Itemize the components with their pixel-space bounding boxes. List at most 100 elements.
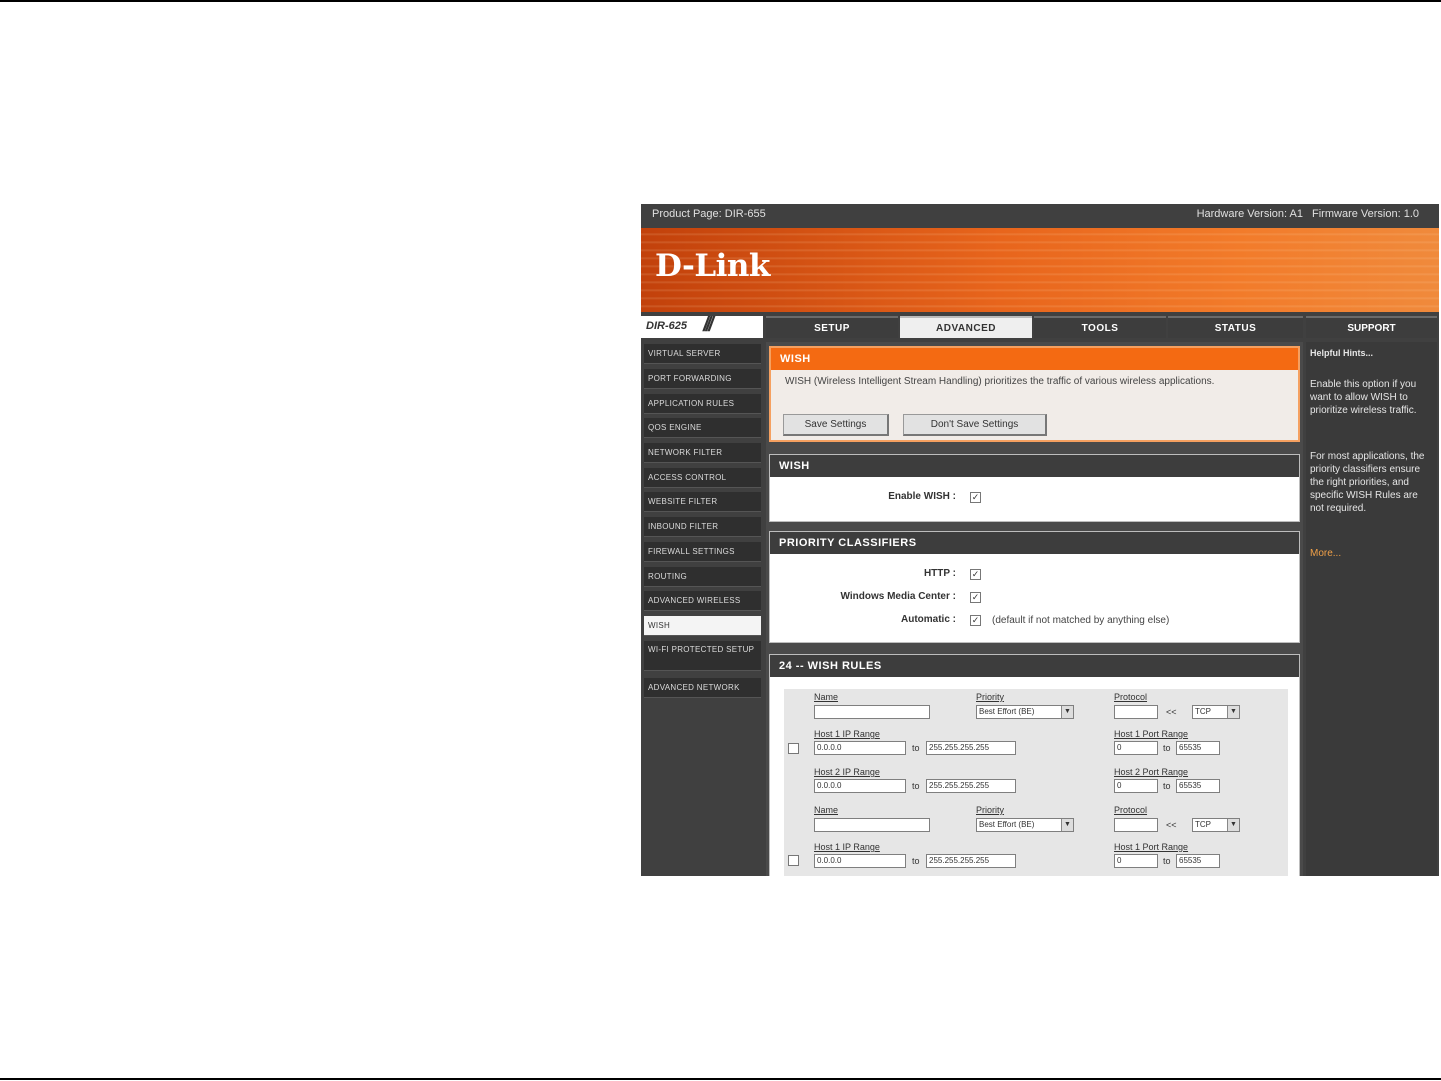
wish-rules-title: 24 -- WISH RULES bbox=[770, 655, 1299, 677]
http-label: HTTP : bbox=[923, 568, 956, 579]
tab-advanced[interactable]: ADVANCED bbox=[900, 316, 1032, 338]
intro-description: WISH (Wireless Intelligent Stream Handli… bbox=[785, 376, 1215, 387]
sidebar-item-access-control[interactable]: ACCESS CONTROL bbox=[644, 468, 761, 488]
rule-1-priority-select[interactable]: Best Effort (BE) ▼ bbox=[976, 705, 1074, 719]
tab-tools[interactable]: TOOLS bbox=[1034, 316, 1166, 338]
tab-status[interactable]: STATUS bbox=[1168, 316, 1303, 338]
priority-classifiers-panel: PRIORITY CLASSIFIERS HTTP : ✓ Windows Me… bbox=[769, 531, 1300, 643]
rule-2-host1-port-to-label: to bbox=[1163, 856, 1171, 866]
sidebar-item-qos-engine[interactable]: QOS ENGINE bbox=[644, 418, 761, 438]
chevron-down-icon: ▼ bbox=[1227, 819, 1239, 831]
windows-media-center-checkbox[interactable]: ✓ bbox=[970, 592, 981, 603]
rule-2-host1-ip-to[interactable]: 255.255.255.255 bbox=[926, 854, 1016, 868]
main-tabs: SETUP ADVANCED TOOLS STATUS bbox=[766, 316, 1303, 338]
logo-text: D-Link bbox=[655, 248, 770, 284]
rule-1-priority-label: Priority bbox=[976, 692, 1005, 702]
intro-panel-title: WISH bbox=[771, 348, 1298, 370]
rule-1-host1-port-to[interactable]: 65535 bbox=[1176, 741, 1220, 755]
rule-2-protocol-select[interactable]: TCP ▼ bbox=[1192, 818, 1240, 832]
sidebar-item-website-filter[interactable]: WEBSITE FILTER bbox=[644, 492, 761, 512]
sidebar-item-virtual-server[interactable]: VIRTUAL SERVER bbox=[644, 344, 761, 364]
chevron-down-icon: ▼ bbox=[1061, 819, 1073, 831]
rule-2-name-input[interactable] bbox=[814, 818, 930, 832]
rule-1-enable-checkbox[interactable] bbox=[788, 743, 799, 754]
sidebar-item-routing[interactable]: ROUTING bbox=[644, 567, 761, 587]
rule-1-host1-ip-to-label: to bbox=[912, 743, 920, 753]
rule-2-protocol-arrows: << bbox=[1166, 820, 1177, 830]
support-panel: Helpful Hints... Enable this option if y… bbox=[1306, 342, 1437, 876]
hint-priority-classifiers: For most applications, the priority clas… bbox=[1310, 451, 1425, 514]
sidebar-item-network-filter[interactable]: NETWORK FILTER bbox=[644, 443, 761, 463]
rule-1-protocol-arrows: << bbox=[1166, 707, 1177, 717]
rule-2-enable-checkbox[interactable] bbox=[788, 855, 799, 866]
hardware-version: Hardware Version: A1 bbox=[1196, 208, 1303, 220]
main-content: WISH WISH (Wireless Intelligent Stream H… bbox=[766, 342, 1303, 876]
rule-1-host1-ip-label: Host 1 IP Range bbox=[814, 729, 880, 739]
hint-enable-wish: Enable this option if you want to allow … bbox=[1310, 379, 1417, 416]
sidebar-item-application-rules[interactable]: APPLICATION RULES bbox=[644, 394, 761, 414]
sidebar-item-firewall-settings[interactable]: FIREWALL SETTINGS bbox=[644, 542, 761, 562]
rule-2-host1-ip-from[interactable]: 0.0.0.0 bbox=[814, 854, 906, 868]
model-name: DIR-625 bbox=[646, 320, 687, 332]
rule-2-host1-ip-to-label: to bbox=[912, 856, 920, 866]
wish-rules-panel: 24 -- WISH RULES Name Priority Best Effo… bbox=[769, 654, 1300, 876]
rule-1-name-label: Name bbox=[814, 692, 839, 702]
rule-1-name-input[interactable] bbox=[814, 705, 930, 719]
sidebar: VIRTUAL SERVER PORT FORWARDING APPLICATI… bbox=[641, 342, 763, 876]
rule-2-name-label: Name bbox=[814, 805, 839, 815]
http-checkbox[interactable]: ✓ bbox=[970, 569, 981, 580]
rule-1-host2-ip-label: Host 2 IP Range bbox=[814, 767, 880, 777]
automatic-checkbox[interactable]: ✓ bbox=[970, 615, 981, 626]
sidebar-item-port-forwarding[interactable]: PORT FORWARDING bbox=[644, 369, 761, 389]
sidebar-item-advanced-wireless[interactable]: ADVANCED WIRELESS bbox=[644, 591, 761, 611]
save-settings-button[interactable]: Save Settings bbox=[783, 414, 889, 436]
rule-1-host1-ip-to[interactable]: 255.255.255.255 bbox=[926, 741, 1016, 755]
priority-panel-title: PRIORITY CLASSIFIERS bbox=[770, 532, 1299, 554]
rule-1-host1-ip-from[interactable]: 0.0.0.0 bbox=[814, 741, 906, 755]
enable-wish-label: Enable WISH : bbox=[888, 491, 956, 502]
bottom-rule bbox=[0, 1078, 1441, 1080]
rule-1-host2-ip-from[interactable]: 0.0.0.0 bbox=[814, 779, 906, 793]
dont-save-settings-button[interactable]: Don't Save Settings bbox=[903, 414, 1047, 436]
rule-1-protocol-select[interactable]: TCP ▼ bbox=[1192, 705, 1240, 719]
rule-2-host1-port-from[interactable]: 0 bbox=[1114, 854, 1158, 868]
rule-1-host2-ip-to-label: to bbox=[912, 781, 920, 791]
intro-panel: WISH WISH (Wireless Intelligent Stream H… bbox=[769, 346, 1300, 442]
rule-1-priority-value: Best Effort (BE) bbox=[979, 707, 1035, 716]
top-rule bbox=[0, 0, 1441, 2]
rule-1-host2-port-from[interactable]: 0 bbox=[1114, 779, 1158, 793]
windows-media-center-label: Windows Media Center : bbox=[840, 591, 956, 602]
rule-1-protocol-input[interactable] bbox=[1114, 705, 1158, 719]
rule-2-protocol-input[interactable] bbox=[1114, 818, 1158, 832]
wish-panel-title: WISH bbox=[770, 455, 1299, 477]
more-link[interactable]: More... bbox=[1310, 548, 1341, 559]
chevron-down-icon: ▼ bbox=[1227, 706, 1239, 718]
enable-wish-checkbox[interactable]: ✓ bbox=[970, 492, 981, 503]
model-bar: DIR-625 /// bbox=[641, 314, 763, 338]
rule-1-host2-port-to[interactable]: 65535 bbox=[1176, 779, 1220, 793]
automatic-note: (default if not matched by anything else… bbox=[992, 615, 1170, 626]
version-info: Hardware Version: A1 Firmware Version: 1… bbox=[1191, 208, 1419, 220]
firmware-version: Firmware Version: 1.0 bbox=[1312, 208, 1419, 220]
rule-2-host1-port-label: Host 1 Port Range bbox=[1114, 842, 1189, 852]
automatic-label: Automatic : bbox=[901, 614, 956, 625]
sidebar-item-wifi-protected-setup[interactable]: WI-FI PROTECTED SETUP bbox=[644, 641, 761, 671]
rule-1-protocol-select-value: TCP bbox=[1195, 707, 1211, 716]
brand-banner: D-Link bbox=[641, 228, 1439, 312]
sidebar-item-wish[interactable]: WISH bbox=[644, 616, 761, 636]
tab-setup[interactable]: SETUP bbox=[766, 316, 898, 338]
router-admin-screenshot: Product Page: DIR-655 Hardware Version: … bbox=[641, 204, 1439, 876]
rule-2-priority-select[interactable]: Best Effort (BE) ▼ bbox=[976, 818, 1074, 832]
dlink-logo: D-Link bbox=[655, 248, 770, 284]
rule-1-host2-ip-to[interactable]: 255.255.255.255 bbox=[926, 779, 1016, 793]
rule-1-host1-port-from[interactable]: 0 bbox=[1114, 741, 1158, 755]
tab-support[interactable]: SUPPORT bbox=[1306, 316, 1437, 338]
rule-2-host1-port-to[interactable]: 65535 bbox=[1176, 854, 1220, 868]
rule-1-protocol-label: Protocol bbox=[1114, 692, 1148, 702]
sidebar-item-inbound-filter[interactable]: INBOUND FILTER bbox=[644, 517, 761, 537]
sidebar-item-advanced-network[interactable]: ADVANCED NETWORK bbox=[644, 678, 761, 698]
rule-1-host1-port-to-label: to bbox=[1163, 743, 1171, 753]
rule-1-host2-port-label: Host 2 Port Range bbox=[1114, 767, 1189, 777]
rule-2-priority-value: Best Effort (BE) bbox=[979, 820, 1035, 829]
rule-2-priority-label: Priority bbox=[976, 805, 1005, 815]
